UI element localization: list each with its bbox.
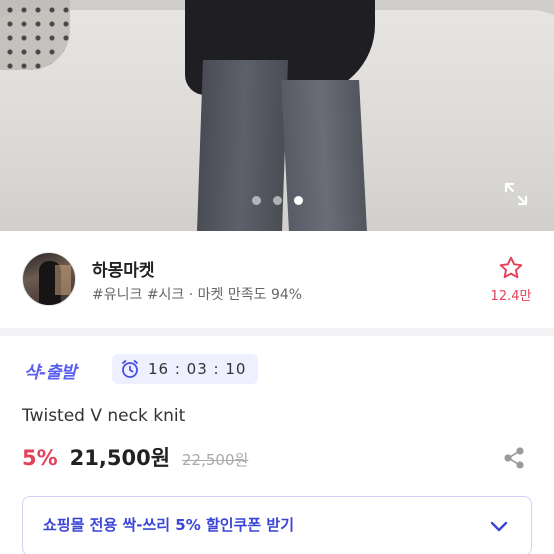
original-price: 22,500원 [182,451,249,469]
carousel-dot-active[interactable] [293,196,303,205]
coupon-label: 쇼핑몰 전용 싹-쓰리 5% 할인쿠폰 받기 [43,516,295,534]
seller-tags: #유니크 #시크 · 마켓 만족도 94% [92,287,303,303]
carousel-dot[interactable] [272,196,282,205]
timer-value: 16 : 03 : 10 [148,360,247,378]
event-badge: 샥-출발 [24,363,76,383]
seller-section: 하몽마켓 #유니크 #시크 · 마켓 만족도 94% 12.4만 [0,231,554,328]
product-image-carousel[interactable] [0,0,554,231]
seller-avatar[interactable] [22,252,76,306]
favorite-button[interactable]: 12.4만 [490,255,532,304]
product-name: Twisted V neck knit [22,406,186,426]
price-row: 5% 21,500원 22,500원 [22,442,248,472]
chevron-down-icon [490,521,508,532]
carousel-indicators [0,196,554,205]
seller-name[interactable]: 하몽마켓 [92,256,155,281]
coupon-download-button[interactable]: 쇼핑몰 전용 싹-쓰리 5% 할인쿠폰 받기 [22,496,532,554]
sale-price: 21,500원 [69,446,171,470]
star-icon [499,256,523,279]
discount-rate: 5% [22,446,58,470]
expand-icon[interactable] [502,180,530,208]
favorite-count: 12.4만 [490,289,532,304]
clock-icon [122,360,138,378]
countdown-timer: 16 : 03 : 10 [112,354,259,384]
carousel-dot[interactable] [251,196,261,205]
section-divider [0,328,554,336]
share-icon[interactable] [502,446,526,470]
